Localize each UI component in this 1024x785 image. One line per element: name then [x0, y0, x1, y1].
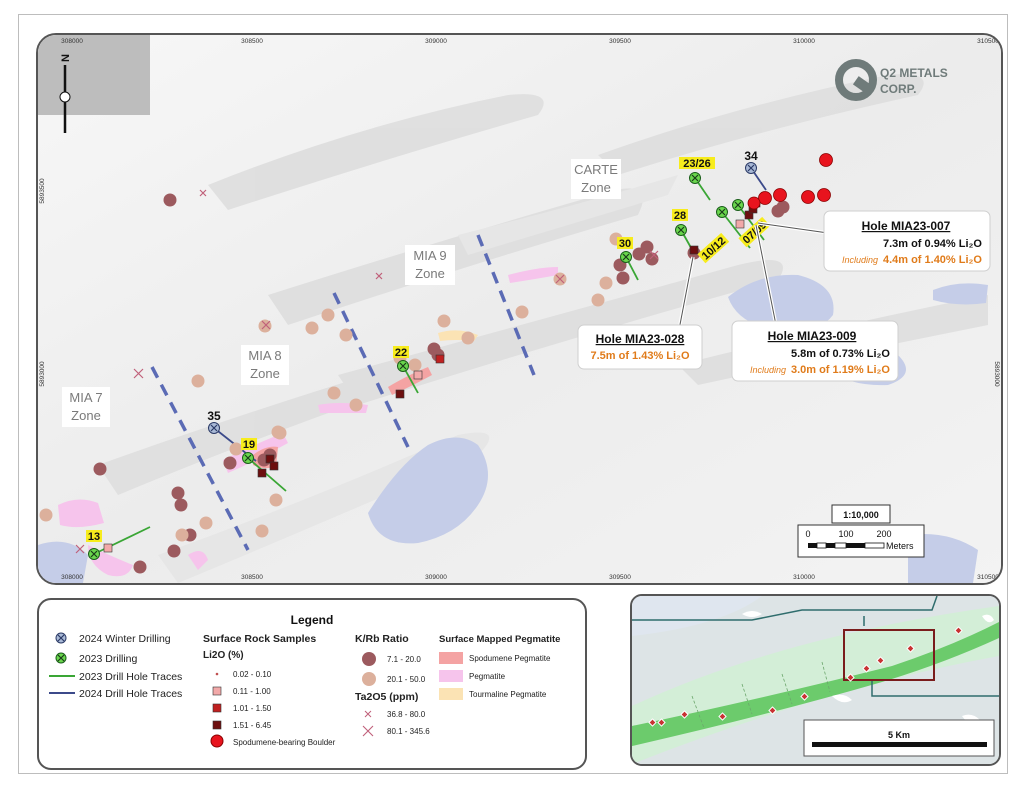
- svg-text:309000: 309000: [425, 38, 447, 45]
- svg-text:310500: 310500: [977, 574, 999, 581]
- svg-text:310500: 310500: [977, 38, 999, 45]
- callout-028-main: 7.5m of 1.43% Li₂O: [590, 350, 689, 362]
- svg-text:310000: 310000: [793, 574, 815, 581]
- legend-2024-traces: 2024 Drill Hole Traces: [79, 688, 182, 700]
- legend-ta-heading: Ta2O5 (ppm): [355, 691, 418, 703]
- callout-007-main: 7.3m of 0.94% Li₂O: [883, 238, 982, 250]
- inset-scale-label: 5 Km: [888, 730, 910, 740]
- zone-mia8-word: Zone: [250, 366, 280, 381]
- svg-text:5893500: 5893500: [39, 178, 46, 204]
- inset-map[interactable]: 5 Km: [630, 594, 1001, 766]
- zone-carte-word: Zone: [581, 180, 611, 195]
- li2o-class-4-swatch: [212, 720, 222, 730]
- svg-text:1.51 - 6.45: 1.51 - 6.45: [233, 721, 272, 730]
- tourmaline-pegmatite-swatch: [439, 688, 463, 700]
- grid-labels-right: 5893000: [993, 361, 1000, 387]
- legend-surface-rock-heading: Surface Rock Samples: [203, 633, 316, 645]
- legend-surface-rock: Surface Rock Samples Li2O (%) 0.02 - 0.1…: [203, 633, 336, 748]
- svg-text:36.8 - 80.0: 36.8 - 80.0: [387, 710, 426, 719]
- legend-panel: Legend 2024 Winter Drilling 2023 Drillin…: [37, 598, 587, 770]
- zone-mia7-name: MIA 7: [69, 390, 102, 405]
- legend-krb-heading: K/Rb Ratio: [355, 633, 409, 645]
- hole-label-35: 35: [207, 409, 221, 423]
- hole-label-30: 30: [619, 238, 631, 250]
- callout-009-main: 5.8m of 0.73% Li₂O: [791, 348, 890, 360]
- main-map[interactable]: 13 19 22 30 28 23/26 10/12 07/09 35 34 M…: [36, 33, 1003, 585]
- scale-unit: Meters: [886, 541, 914, 551]
- legend-2023-drilling: 2023 Drilling: [79, 653, 138, 665]
- krb-class-2-swatch: [362, 672, 376, 686]
- legend-krb: K/Rb Ratio 7.1 - 20.0 20.1 - 50.0 Ta2O5 …: [355, 633, 430, 737]
- svg-text:1.01 - 1.50: 1.01 - 1.50: [233, 704, 272, 713]
- north-label: N: [60, 54, 72, 62]
- hole-label-19: 19: [243, 439, 255, 451]
- svg-text:7.1 - 20.0: 7.1 - 20.0: [387, 655, 421, 664]
- li2o-class-2-swatch: [212, 686, 222, 696]
- hole-label-22: 22: [395, 347, 407, 359]
- scale-ratio: 1:10,000: [843, 510, 879, 520]
- legend-2023-traces: 2023 Drill Hole Traces: [79, 671, 182, 683]
- svg-text:Tourmaline Pegmatite: Tourmaline Pegmatite: [469, 690, 547, 699]
- zone-mia8-name: MIA 8: [248, 348, 281, 363]
- callout-mia23-009: Hole MIA23-009 5.8m of 0.73% Li₂O Includ…: [731, 320, 899, 382]
- legend-pegmatite: Surface Mapped Pegmatite Spodumene Pegma…: [439, 634, 560, 700]
- zone-mia9-name: MIA 9: [413, 248, 446, 263]
- legend-drilling: 2024 Winter Drilling 2023 Drilling 2023 …: [49, 632, 182, 700]
- hole-label-13: 13: [88, 531, 100, 543]
- nodata-block: [38, 35, 150, 115]
- hole-label-34: 34: [744, 149, 758, 163]
- svg-text:308500: 308500: [241, 38, 263, 45]
- winter-drill-icon: [55, 632, 67, 644]
- callout-007-title: Hole MIA23-007: [862, 219, 951, 233]
- svg-text:5893000: 5893000: [993, 361, 1000, 387]
- inset-scale-bar: [812, 742, 987, 747]
- callout-007-including: Including: [842, 255, 878, 265]
- pegmatite-swatch: [439, 670, 463, 682]
- svg-text:Spodumene Pegmatite: Spodumene Pegmatite: [469, 654, 551, 663]
- zone-mia7-word: Zone: [71, 408, 101, 423]
- spodumene-pegmatite-swatch: [439, 652, 463, 664]
- legend-boulder: Spodumene-bearing Boulder: [233, 738, 336, 747]
- callout-009-incl-value: 3.0m of 1.19% Li₂O: [791, 364, 890, 376]
- svg-text:310000: 310000: [793, 38, 815, 45]
- svg-text:308500: 308500: [241, 574, 263, 581]
- hole-label-28: 28: [674, 210, 686, 222]
- drill-2023-icon: [55, 652, 67, 664]
- svg-text:309500: 309500: [609, 574, 631, 581]
- legend-title: Legend: [291, 613, 334, 627]
- hole-label-23-26: 23/26: [683, 158, 711, 170]
- logo-line1: Q2 METALS: [880, 66, 948, 80]
- svg-text:0.02 - 0.10: 0.02 - 0.10: [233, 670, 272, 679]
- svg-text:Pegmatite: Pegmatite: [469, 672, 506, 681]
- svg-text:309500: 309500: [609, 38, 631, 45]
- svg-text:80.1 - 345.6: 80.1 - 345.6: [387, 727, 430, 736]
- callout-009-title: Hole MIA23-009: [768, 329, 857, 343]
- svg-text:0.11 - 1.00: 0.11 - 1.00: [233, 687, 271, 696]
- legend-li2o-heading: Li2O (%): [203, 650, 244, 661]
- ta-class-2-swatch: [362, 725, 374, 737]
- zone-mia9-word: Zone: [415, 266, 445, 281]
- zone-carte-name: CARTE: [574, 162, 618, 177]
- boulder-swatch: [210, 734, 224, 748]
- svg-text:5893000: 5893000: [39, 361, 46, 387]
- ta-class-1-swatch: [364, 710, 372, 718]
- svg-text:309000: 309000: [425, 574, 447, 581]
- li2o-class-1-swatch: [215, 672, 219, 676]
- svg-text:20.1 - 50.0: 20.1 - 50.0: [387, 675, 426, 684]
- callout-009-including: Including: [750, 365, 786, 375]
- svg-text:308000: 308000: [61, 38, 83, 45]
- li2o-class-3-swatch: [212, 703, 222, 713]
- svg-text:200: 200: [876, 529, 891, 539]
- svg-text:308000: 308000: [61, 574, 83, 581]
- legend-winter-drilling: 2024 Winter Drilling: [79, 633, 171, 645]
- legend-pegmatite-heading: Surface Mapped Pegmatite: [439, 634, 560, 645]
- svg-text:100: 100: [838, 529, 853, 539]
- logo-line2: CORP.: [880, 82, 916, 96]
- callout-028-title: Hole MIA23-028: [596, 332, 685, 346]
- callout-mia23-028: Hole MIA23-028 7.5m of 1.43% Li₂O: [577, 324, 703, 370]
- callout-007-incl-value: 4.4m of 1.40% Li₂O: [883, 254, 982, 266]
- callout-mia23-007: Hole MIA23-007 7.3m of 0.94% Li₂O Includ…: [823, 210, 991, 272]
- krb-class-1-swatch: [362, 652, 376, 666]
- svg-text:0: 0: [805, 529, 810, 539]
